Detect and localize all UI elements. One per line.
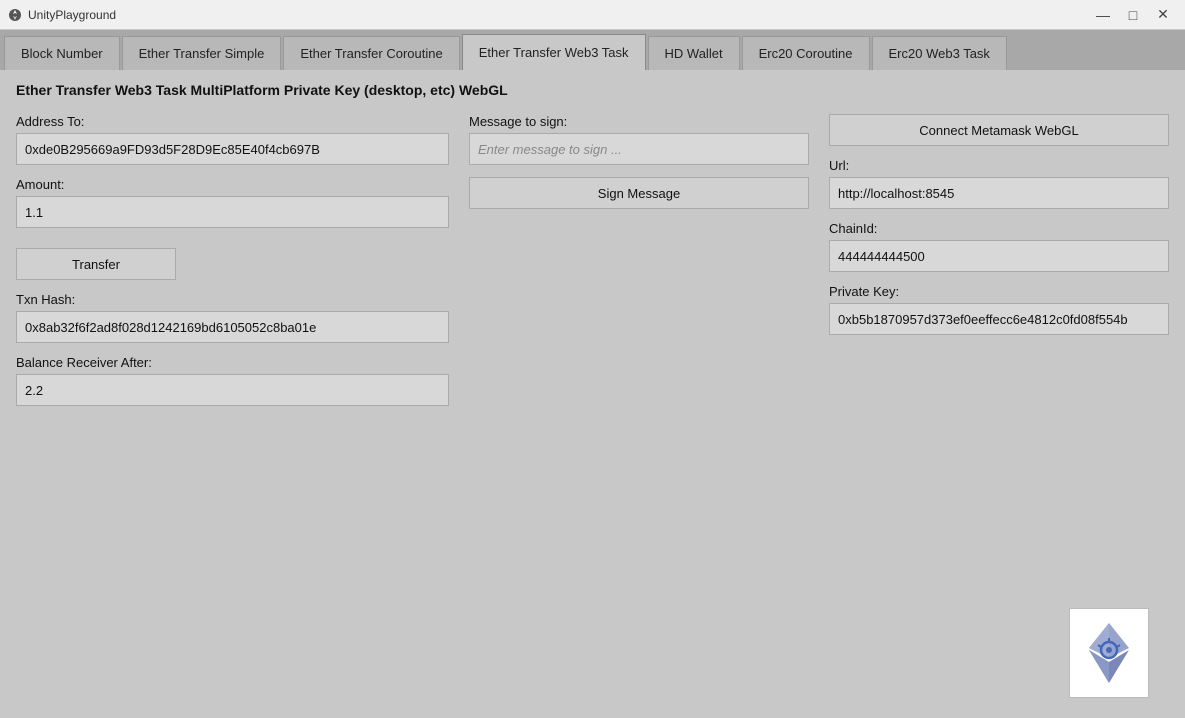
address-input[interactable] [16,133,449,165]
app-title: UnityPlayground [28,8,116,22]
private-key-label: Private Key: [829,284,1169,299]
message-input[interactable] [469,133,809,165]
minimize-button[interactable]: — [1089,4,1117,26]
message-label: Message to sign: [469,114,809,129]
sign-group: Sign Message [469,177,809,209]
txn-hash-input[interactable] [16,311,449,343]
private-key-group: Private Key: [829,284,1169,335]
main-content: Ether Transfer Web3 Task MultiPlatform P… [0,70,1185,718]
amount-label: Amount: [16,177,449,192]
tab-bar: Block Number Ether Transfer Simple Ether… [0,30,1185,70]
tab-ether-transfer-coroutine[interactable]: Ether Transfer Coroutine [283,36,459,70]
chain-id-group: ChainId: [829,221,1169,272]
content-layout: Address To: Amount: Transfer Txn Hash: B… [16,114,1169,418]
app-icon [8,8,22,22]
tab-block-number[interactable]: Block Number [4,36,120,70]
connect-group: Connect Metamask WebGL [829,114,1169,146]
url-group: Url: [829,158,1169,209]
logo-icon [1079,618,1139,688]
window-controls: — □ ✕ [1089,4,1177,26]
title-bar: UnityPlayground — □ ✕ [0,0,1185,30]
sign-message-button[interactable]: Sign Message [469,177,809,209]
txn-hash-label: Txn Hash: [16,292,449,307]
private-key-input[interactable] [829,303,1169,335]
balance-input[interactable] [16,374,449,406]
page-title: Ether Transfer Web3 Task MultiPlatform P… [16,82,1169,98]
balance-group: Balance Receiver After: [16,355,449,406]
maximize-button[interactable]: □ [1119,4,1147,26]
tab-erc20-coroutine[interactable]: Erc20 Coroutine [742,36,870,70]
right-panel: Connect Metamask WebGL Url: ChainId: Pri… [829,114,1169,418]
tab-ether-transfer-web3-task[interactable]: Ether Transfer Web3 Task [462,34,646,70]
transfer-group: Transfer [16,240,449,280]
chain-id-label: ChainId: [829,221,1169,236]
message-group: Message to sign: [469,114,809,165]
chain-id-input[interactable] [829,240,1169,272]
middle-panel: Message to sign: Sign Message [469,114,809,418]
tab-erc20-web3-task[interactable]: Erc20 Web3 Task [872,36,1007,70]
left-panel: Address To: Amount: Transfer Txn Hash: B… [16,114,449,418]
url-input[interactable] [829,177,1169,209]
url-label: Url: [829,158,1169,173]
address-group: Address To: [16,114,449,165]
txn-hash-group: Txn Hash: [16,292,449,343]
amount-group: Amount: [16,177,449,228]
amount-input[interactable] [16,196,449,228]
address-label: Address To: [16,114,449,129]
close-button[interactable]: ✕ [1149,4,1177,26]
tab-ether-transfer-simple[interactable]: Ether Transfer Simple [122,36,282,70]
tab-hd-wallet[interactable]: HD Wallet [648,36,740,70]
connect-metamask-button[interactable]: Connect Metamask WebGL [829,114,1169,146]
logo-box [1069,608,1149,698]
balance-label: Balance Receiver After: [16,355,449,370]
title-bar-left: UnityPlayground [8,8,116,22]
transfer-button[interactable]: Transfer [16,248,176,280]
